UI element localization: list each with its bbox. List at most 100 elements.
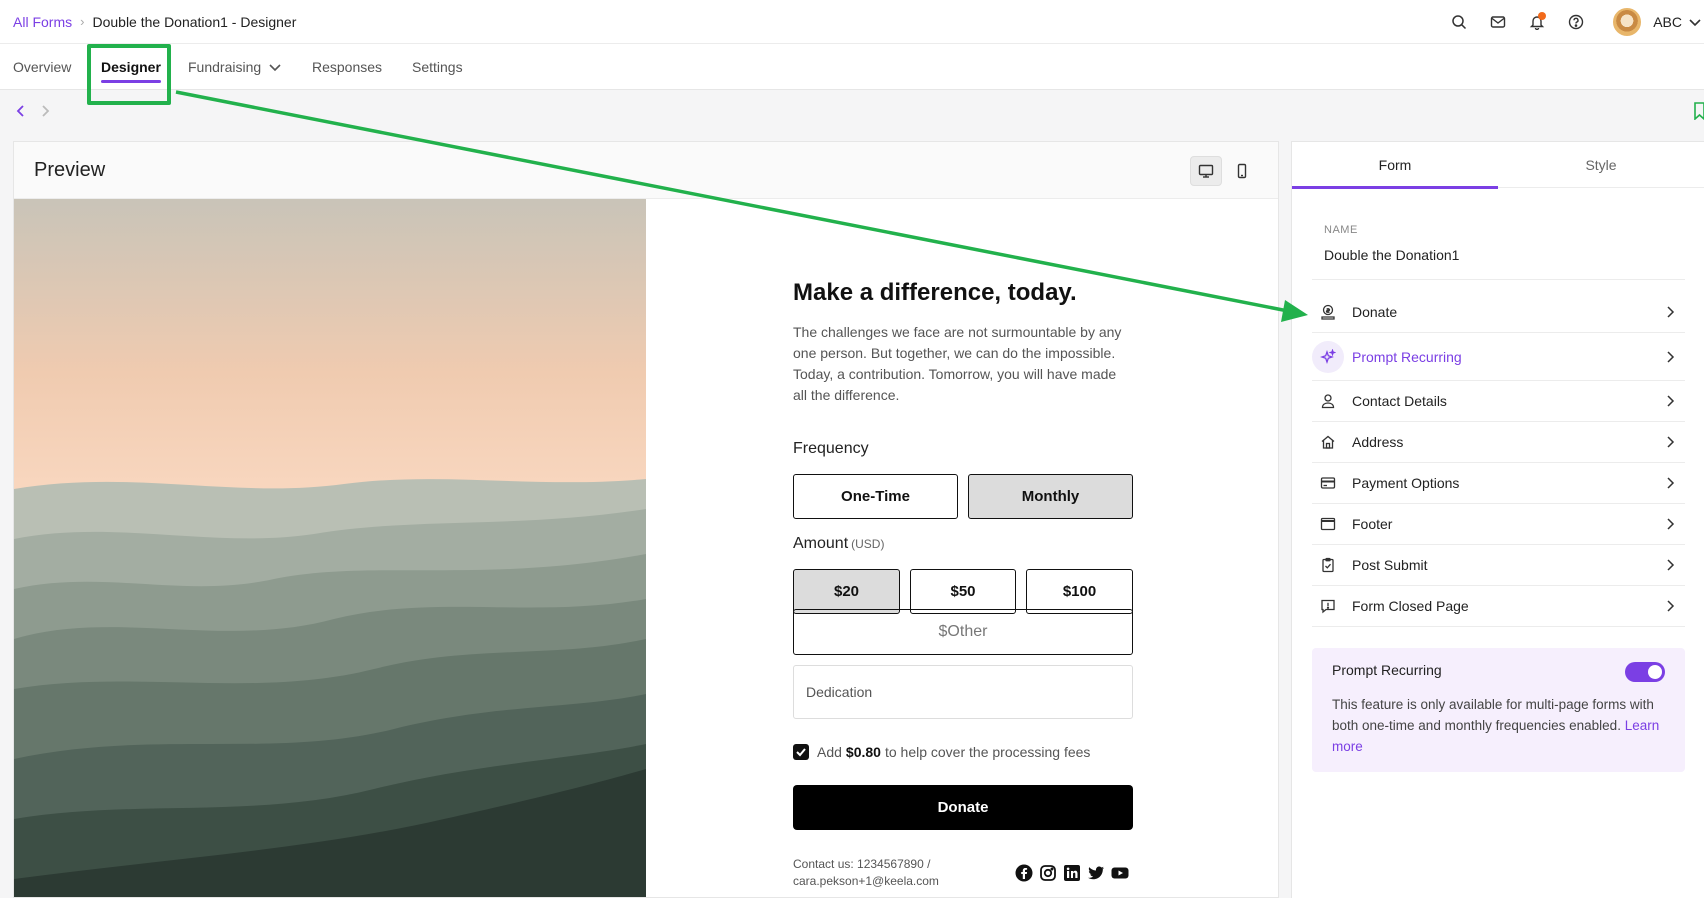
- section-label: Footer: [1352, 516, 1393, 532]
- form-description: The challenges we face are not surmounta…: [793, 324, 1122, 403]
- amount-50-button[interactable]: $50: [910, 569, 1016, 614]
- youtube-icon[interactable]: [1111, 864, 1129, 882]
- form-headline: Make a difference, today.: [793, 279, 1077, 306]
- section-footer[interactable]: Footer: [1312, 504, 1685, 545]
- amount-currency: (USD): [851, 537, 885, 551]
- chevron-right-icon[interactable]: [38, 104, 52, 118]
- annotation-highlight-box: [87, 44, 171, 105]
- search-icon[interactable]: [1449, 12, 1469, 32]
- credit-card-icon: [1312, 467, 1344, 499]
- linkedin-icon[interactable]: [1063, 864, 1081, 882]
- chevron-right-icon: [1667, 350, 1675, 363]
- alert-message-icon: [1312, 590, 1344, 622]
- other-amount-input[interactable]: $Other: [793, 609, 1133, 655]
- preview-card: Preview Make a difference, today. The ch…: [13, 141, 1279, 898]
- divider: [1312, 279, 1685, 280]
- breadcrumb-separator: ›: [80, 14, 85, 29]
- section-donate[interactable]: Donate: [1312, 292, 1685, 333]
- info-card-text: This feature is only available for multi…: [1332, 694, 1665, 757]
- chevron-right-icon: [1667, 518, 1675, 530]
- mobile-icon: [1237, 163, 1247, 179]
- chevron-right-icon: [1667, 559, 1675, 571]
- section-label: Donate: [1352, 304, 1398, 320]
- mobile-view-button[interactable]: [1226, 156, 1258, 186]
- amount-label: Amount (USD): [793, 535, 884, 553]
- window-icon: [1312, 508, 1344, 540]
- donate-button[interactable]: Donate: [793, 785, 1133, 830]
- tab-responses[interactable]: Responses: [312, 44, 382, 90]
- designer-panel: Form Style NAME Double the Donation1 Don…: [1291, 141, 1704, 898]
- step-pager: [14, 104, 52, 118]
- section-label: Form Closed Page: [1352, 598, 1469, 614]
- chevron-down-icon[interactable]: [1688, 15, 1702, 29]
- mail-icon[interactable]: [1488, 12, 1508, 32]
- user-name[interactable]: ABC: [1653, 14, 1682, 30]
- section-contact-details[interactable]: Contact Details: [1312, 381, 1685, 422]
- amount-100-button[interactable]: $100: [1026, 569, 1133, 614]
- avatar[interactable]: [1613, 8, 1642, 36]
- section-post-submit[interactable]: Post Submit: [1312, 545, 1685, 586]
- form-sections-list: Donate Prompt Recurring Contact Details …: [1312, 292, 1685, 627]
- cover-fees-option[interactable]: Add $0.80 to help cover the processing f…: [793, 744, 1090, 760]
- info-card-title: Prompt Recurring: [1332, 662, 1442, 678]
- section-address[interactable]: Address: [1312, 422, 1685, 463]
- help-icon[interactable]: [1566, 12, 1586, 32]
- chevron-down-icon: [269, 64, 281, 72]
- panel-tabs: Form Style: [1292, 142, 1704, 189]
- section-label: Address: [1352, 434, 1404, 450]
- tab-settings[interactable]: Settings: [412, 44, 463, 90]
- sparkle-icon: [1312, 340, 1344, 373]
- section-label: Post Submit: [1352, 557, 1428, 573]
- chevron-left-icon[interactable]: [14, 104, 28, 118]
- section-label: Contact Details: [1352, 393, 1447, 409]
- amount-20-button[interactable]: $20: [793, 569, 900, 614]
- bookmark-icon[interactable]: [1694, 102, 1704, 120]
- chevron-right-icon: [1667, 306, 1675, 318]
- chevron-right-icon: [1667, 436, 1675, 448]
- desktop-view-button[interactable]: [1190, 156, 1222, 186]
- section-form-closed-page[interactable]: Form Closed Page: [1312, 586, 1685, 627]
- clipboard-check-icon: [1312, 549, 1344, 581]
- facebook-icon[interactable]: [1015, 864, 1033, 882]
- tab-fundraising-label: Fundraising: [188, 59, 262, 75]
- section-label: Payment Options: [1352, 475, 1460, 491]
- chevron-right-icon: [1667, 395, 1675, 407]
- instagram-icon[interactable]: [1039, 864, 1057, 882]
- prompt-recurring-info-card: Prompt Recurring This feature is only av…: [1312, 648, 1685, 772]
- frequency-monthly-button[interactable]: Monthly: [968, 474, 1133, 519]
- main-nav: Overview Designer Fundraising Responses …: [0, 44, 1704, 120]
- desktop-icon: [1198, 164, 1214, 178]
- cover-fees-checkbox[interactable]: [793, 744, 809, 760]
- form-name-value[interactable]: Double the Donation1: [1324, 247, 1459, 263]
- section-payment-options[interactable]: Payment Options: [1312, 463, 1685, 504]
- chevron-right-icon: [1667, 477, 1675, 489]
- twitter-icon[interactable]: [1087, 864, 1105, 882]
- home-icon: [1312, 426, 1344, 458]
- panel-tab-form-label: Form: [1378, 157, 1412, 173]
- social-links: [1015, 864, 1129, 882]
- section-prompt-recurring[interactable]: Prompt Recurring: [1312, 333, 1685, 381]
- fee-amount: $0.80: [845, 744, 881, 760]
- active-tab-underline: [1292, 186, 1498, 189]
- fee-suffix: to help cover the processing fees: [884, 744, 1091, 760]
- fee-prefix: Add: [817, 744, 842, 760]
- dedication-input[interactable]: Dedication: [793, 665, 1133, 719]
- section-label: Prompt Recurring: [1352, 348, 1462, 365]
- top-bar: All Forms › Double the Donation1 - Desig…: [0, 0, 1704, 44]
- frequency-one-time-button[interactable]: One-Time: [793, 474, 958, 519]
- checkmark-icon: [796, 748, 806, 757]
- prompt-recurring-toggle[interactable]: [1625, 662, 1665, 682]
- form-name-label: NAME: [1324, 224, 1358, 236]
- frequency-label: Frequency: [793, 440, 869, 457]
- donate-icon: [1312, 296, 1344, 328]
- tab-overview[interactable]: Overview: [13, 44, 71, 90]
- breadcrumb-all-forms[interactable]: All Forms: [13, 14, 72, 30]
- panel-tab-style[interactable]: Style: [1498, 142, 1704, 188]
- amount-label-text: Amount: [793, 535, 849, 552]
- panel-tab-form[interactable]: Form: [1292, 142, 1498, 189]
- notification-bell-icon[interactable]: [1527, 12, 1547, 32]
- header-actions: ABC: [1430, 0, 1704, 44]
- tab-fundraising[interactable]: Fundraising: [188, 44, 282, 90]
- contact-info: Contact us: 1234567890 / cara.pekson+1@k…: [793, 857, 939, 888]
- chevron-right-icon: [1667, 600, 1675, 612]
